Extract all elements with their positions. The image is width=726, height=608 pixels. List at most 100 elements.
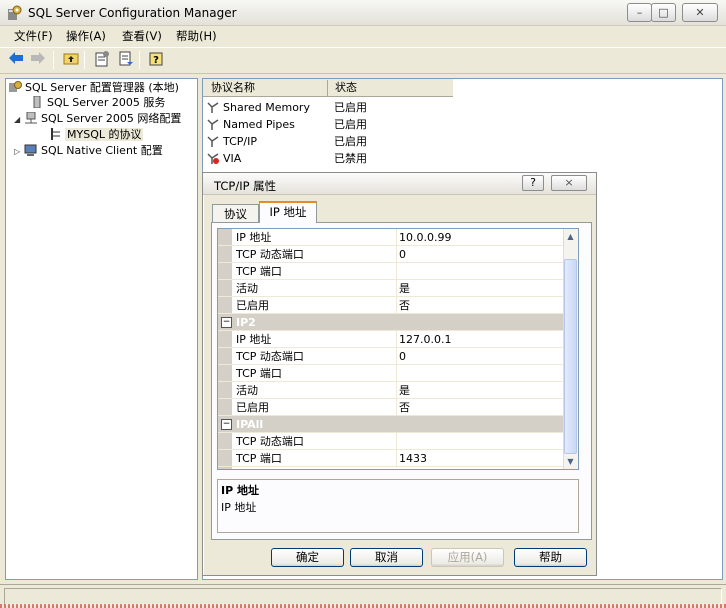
column-header-name[interactable]: 协议名称 [205, 80, 328, 96]
server-icon [30, 95, 44, 109]
tree-item-native-client[interactable]: ▷ SQL Native Client 配置 [14, 143, 163, 159]
grid-cell-value[interactable]: 0 [399, 348, 406, 365]
grid-cell-name: 已启用 [236, 399, 397, 416]
close-window-button[interactable]: ✕ [682, 3, 718, 22]
grid-cell-value[interactable]: 是 [399, 382, 410, 399]
tab-protocol[interactable]: 协议 [212, 204, 259, 223]
protocol-disabled-icon [206, 152, 220, 164]
toolbar-separator [53, 51, 54, 69]
grid-row[interactable]: TCP 端口 [218, 263, 564, 280]
grid-cell-value[interactable]: 否 [399, 297, 410, 314]
list-row-tcp-ip[interactable]: TCP/IP [206, 133, 257, 150]
list-cell-name: TCP/IP [223, 135, 257, 148]
tree-item-root[interactable]: SQL Server 配置管理器 (本地) [8, 80, 179, 96]
status-pane [4, 588, 722, 605]
back-arrow-icon[interactable] [6, 51, 26, 69]
grid-row[interactable]: 已启用 否 [218, 399, 564, 416]
list-row-via[interactable]: VIA [206, 150, 241, 167]
grid-cell-value[interactable]: 0 [399, 246, 406, 263]
tree-label-services: SQL Server 2005 服务 [47, 96, 166, 109]
tree-label-native-client: SQL Native Client 配置 [41, 144, 163, 157]
ok-button[interactable]: 确定 [271, 548, 344, 567]
maximize-button[interactable]: □ [651, 3, 676, 22]
help-icon[interactable]: ? [146, 51, 166, 69]
export-list-icon[interactable] [116, 51, 136, 69]
scrollbar-thumb[interactable] [564, 259, 577, 454]
grid-cell-value[interactable]: 10.0.0.99 [399, 229, 451, 246]
app-icon[interactable] [6, 5, 22, 21]
config-manager-icon [8, 81, 22, 93]
grid-cell-name: TCP 动态端口 [236, 433, 397, 450]
grid-row[interactable]: 已启用 否 [218, 297, 564, 314]
grid-cell-value[interactable]: 是 [399, 280, 410, 297]
grid-cell-name: TCP 端口 [236, 450, 397, 467]
grid-row[interactable]: TCP 端口 1433 [218, 450, 564, 467]
protocol-icon [206, 135, 220, 147]
grid-cell-value[interactable]: 否 [399, 399, 410, 416]
description-text: IP 地址 [221, 501, 257, 514]
grid-row[interactable]: 活动 是 [218, 280, 564, 297]
grid-cell-name: 活动 [236, 280, 397, 297]
collapse-category-icon[interactable]: − [221, 419, 232, 430]
tree-label-mysql-protocols: MYSQL 的协议 [65, 128, 144, 141]
menu-action[interactable]: 操作(A) [66, 28, 106, 44]
list-cell-name: VIA [223, 152, 242, 165]
network-icon [24, 111, 38, 124]
grid-cell-name: TCP 端口 [236, 365, 397, 382]
collapse-category-icon[interactable]: − [221, 317, 232, 328]
grid-category-label: IPAll [236, 418, 264, 431]
grid-category-ip2[interactable]: − IP2 [218, 314, 564, 331]
dialog-close-button[interactable]: × [551, 175, 587, 191]
grid-category-ipall[interactable]: − IPAll [218, 416, 564, 433]
menu-bar [0, 26, 726, 46]
grid-cell-name: 活动 [236, 382, 397, 399]
tab-ip-address[interactable]: IP 地址 [259, 201, 317, 223]
protocol-icon [206, 101, 220, 113]
dialog-help-button[interactable]: ? [522, 175, 544, 191]
properties-icon[interactable] [92, 51, 112, 69]
description-box [217, 479, 579, 533]
up-folder-icon[interactable] [61, 51, 81, 69]
grid-row[interactable]: TCP 动态端口 0 [218, 246, 564, 263]
minimize-button[interactable]: – [627, 3, 652, 22]
grid-cell-value[interactable]: 127.0.0.1 [399, 331, 451, 348]
column-header-status[interactable]: 状态 [329, 80, 453, 96]
list-cell-status: 已启用 [334, 118, 367, 131]
window-frame-bottom [0, 604, 726, 608]
collapse-toggle-icon[interactable]: ▷ [14, 144, 24, 160]
tree-label-root: SQL Server 配置管理器 (本地) [25, 81, 179, 94]
description-title: IP 地址 [221, 484, 259, 497]
grid-row[interactable]: TCP 动态端口 0 [218, 348, 564, 365]
list-row-shared-memory[interactable]: Shared Memory [206, 99, 310, 116]
svg-text:?: ? [153, 55, 159, 66]
cancel-button[interactable]: 取消 [350, 548, 423, 567]
grid-row[interactable]: IP 地址 127.0.0.1 [218, 331, 564, 348]
grid-row[interactable]: TCP 动态端口 [218, 433, 564, 450]
menu-view[interactable]: 查看(V) [122, 28, 162, 44]
scroll-up-arrow-icon[interactable]: ▲ [563, 229, 578, 244]
tree-item-network[interactable]: ◢ SQL Server 2005 网络配置 [14, 111, 181, 127]
list-cell-name: Named Pipes [223, 118, 295, 131]
dialog-title: TCP/IP 属性 [214, 179, 277, 193]
grid-row[interactable]: 活动 是 [218, 382, 564, 399]
forward-arrow-icon[interactable] [28, 51, 48, 69]
menu-file[interactable]: 文件(F) [14, 28, 53, 44]
expand-toggle-icon[interactable]: ◢ [14, 112, 24, 128]
apply-button[interactable]: 应用(A) [431, 548, 504, 567]
grid-cell-name: TCP 端口 [236, 263, 397, 280]
tree-item-mysql-protocols[interactable]: MYSQL 的协议 [48, 127, 144, 143]
grid-cell-name: IP 地址 [236, 331, 397, 348]
protocol-icon [48, 128, 62, 140]
property-grid[interactable]: IP 地址 10.0.0.99 TCP 动态端口 0 TCP 端口 活动 是 已… [217, 228, 579, 470]
help-button[interactable]: 帮助 [514, 548, 587, 567]
protocol-icon [206, 118, 220, 130]
grid-row[interactable]: IP 地址 10.0.0.99 [218, 229, 564, 246]
scroll-down-arrow-icon[interactable]: ▼ [563, 454, 578, 469]
tree-item-services[interactable]: SQL Server 2005 服务 [30, 95, 165, 111]
list-row-named-pipes[interactable]: Named Pipes [206, 116, 295, 133]
tree-label-network: SQL Server 2005 网络配置 [41, 112, 182, 125]
menu-help[interactable]: 帮助(H) [176, 28, 217, 44]
grid-cell-value[interactable]: 1433 [399, 450, 427, 467]
client-icon [24, 144, 38, 156]
grid-row[interactable]: TCP 端口 [218, 365, 564, 382]
